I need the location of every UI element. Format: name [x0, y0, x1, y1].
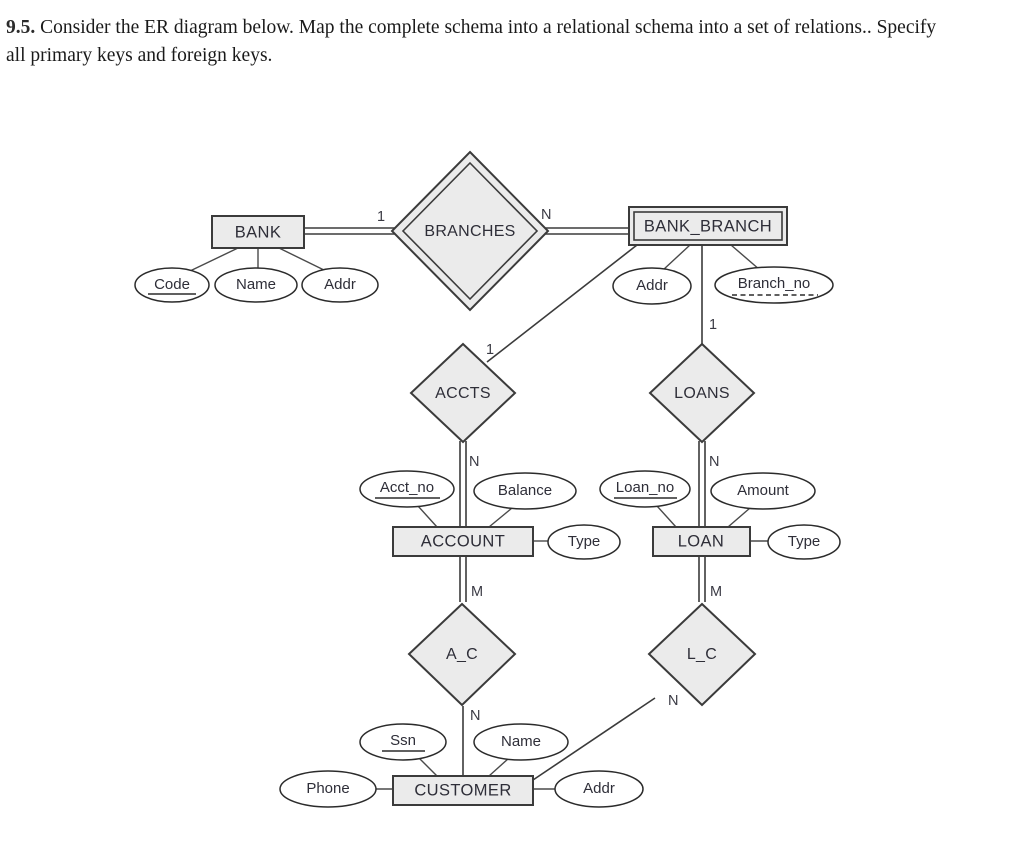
attribute-loan-no-label: Loan_no: [616, 479, 674, 496]
attribute-account-type[interactable]: Type: [547, 524, 621, 560]
attribute-phone[interactable]: Phone: [279, 770, 377, 808]
line-branch-no: [730, 244, 761, 271]
attribute-ssn[interactable]: Ssn: [359, 723, 447, 761]
attribute-branch-addr[interactable]: Addr: [612, 267, 692, 305]
attribute-amount[interactable]: Amount: [710, 472, 816, 510]
line-bank-addr: [278, 247, 327, 272]
cardinality-accts-account: N: [469, 454, 479, 470]
cardinality-ac-customer: N: [470, 708, 480, 724]
line-loan-amount: [727, 507, 751, 528]
line-loan-loanno: [656, 505, 677, 528]
line-customer-name: [488, 757, 510, 777]
attribute-loan-type[interactable]: Type: [767, 524, 841, 560]
attribute-bank-name-label: Name: [236, 276, 276, 293]
attribute-ssn-label: Ssn: [390, 732, 416, 749]
attribute-bank-code-label: Code: [154, 276, 190, 293]
entity-bank-label: BANK: [235, 223, 282, 241]
attribute-customer-addr-label: Addr: [583, 780, 615, 797]
attribute-loan-type-label: Type: [788, 533, 821, 550]
attribute-phone-label: Phone: [306, 780, 349, 797]
entity-loan[interactable]: LOAN: [652, 526, 751, 557]
relationship-a-c-label: A_C: [446, 646, 478, 663]
cardinality-lc-customer: N: [668, 693, 678, 709]
attribute-acct-no[interactable]: Acct_no: [359, 470, 455, 508]
relationship-accts[interactable]: ACCTS: [409, 342, 517, 444]
attribute-branch-addr-label: Addr: [636, 277, 668, 294]
cardinality-bank-branches: 1: [377, 209, 385, 225]
attribute-branch-no[interactable]: Branch_no: [714, 266, 834, 304]
attribute-bank-addr[interactable]: Addr: [301, 267, 379, 303]
attribute-account-type-label: Type: [568, 533, 601, 550]
connector-lines: [189, 227, 768, 790]
attribute-customer-name-label: Name: [501, 733, 541, 750]
line-branch-addr: [662, 244, 691, 271]
relationship-branches[interactable]: BRANCHES: [390, 150, 550, 312]
attribute-acct-no-label: Acct_no: [380, 479, 434, 496]
entity-account[interactable]: ACCOUNT: [392, 526, 534, 557]
line-account-balance: [488, 507, 513, 528]
entity-customer[interactable]: CUSTOMER: [392, 775, 534, 806]
cardinality-loan-lc: M: [710, 584, 722, 600]
relationship-a-c[interactable]: A_C: [407, 602, 517, 707]
cardinality-branches-bank-branch: N: [541, 207, 551, 223]
entity-account-label: ACCOUNT: [421, 532, 505, 550]
attribute-balance[interactable]: Balance: [473, 472, 577, 510]
entity-customer-label: CUSTOMER: [414, 781, 511, 799]
attribute-balance-label: Balance: [498, 482, 552, 499]
cardinality-account-ac: M: [471, 584, 483, 600]
attribute-amount-label: Amount: [737, 482, 790, 499]
relationship-branches-label: BRANCHES: [424, 223, 515, 240]
attribute-customer-addr[interactable]: Addr: [554, 770, 644, 808]
entity-loan-label: LOAN: [678, 532, 725, 550]
cardinality-loans-loan: N: [709, 454, 719, 470]
line-customer-ssn: [417, 756, 438, 777]
attribute-bank-name[interactable]: Name: [214, 267, 298, 303]
entity-bank-branch[interactable]: BANK_BRANCH: [628, 206, 788, 246]
line-account-acctno: [417, 505, 438, 528]
entity-bank-branch-label: BANK_BRANCH: [644, 217, 772, 235]
attribute-bank-code[interactable]: Code: [134, 267, 210, 303]
relationship-l-c-label: L_C: [687, 646, 717, 663]
er-diagram: BRANCHES ACCTS LOANS A_C L_C BANK BANK_B…: [0, 0, 1023, 856]
relationship-loans-label: LOANS: [674, 385, 730, 402]
attribute-customer-name[interactable]: Name: [473, 723, 569, 761]
line-bank-code: [189, 247, 239, 272]
entity-bank[interactable]: BANK: [211, 215, 305, 249]
cardinality-bank-branch-loans: 1: [709, 317, 717, 333]
attribute-branch-no-label: Branch_no: [738, 275, 811, 292]
cardinality-bank-branch-accts: 1: [486, 342, 494, 358]
relationship-loans[interactable]: LOANS: [648, 342, 756, 444]
relationship-accts-label: ACCTS: [435, 385, 491, 402]
attribute-loan-no[interactable]: Loan_no: [599, 470, 691, 508]
attribute-bank-addr-label: Addr: [324, 276, 356, 293]
relationship-l-c[interactable]: L_C: [647, 602, 757, 707]
